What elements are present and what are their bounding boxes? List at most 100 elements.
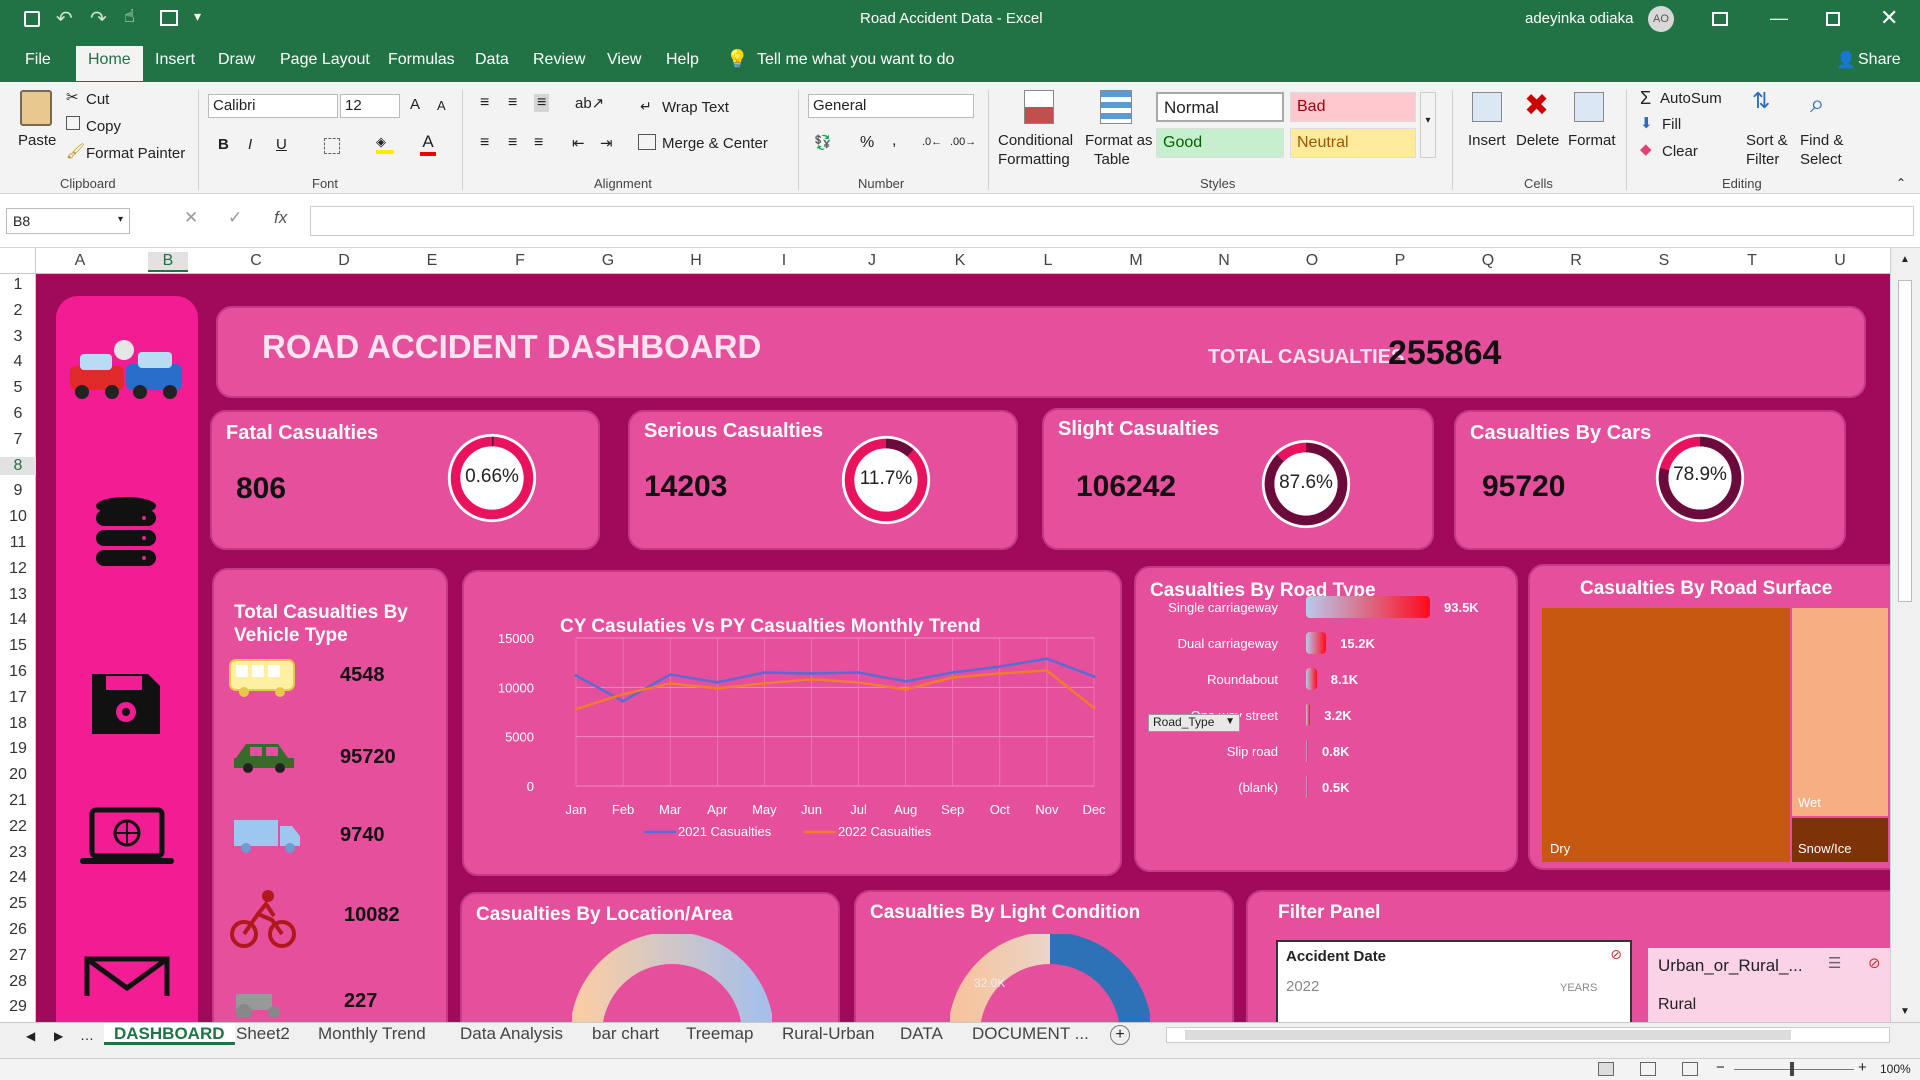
tab-view[interactable]: View bbox=[607, 51, 641, 69]
column-header[interactable]: E bbox=[412, 252, 452, 270]
share-button[interactable]: Share bbox=[1858, 51, 1901, 69]
grow-font-icon[interactable]: A bbox=[410, 96, 420, 113]
cancel-icon[interactable]: ✕ bbox=[184, 208, 198, 228]
format-cells-button[interactable]: Format bbox=[1568, 132, 1616, 149]
increase-decimal-icon[interactable]: .0← bbox=[922, 136, 942, 148]
font-name-select[interactable]: Calibri bbox=[208, 94, 338, 118]
row-header[interactable]: 28 bbox=[0, 973, 36, 991]
page-break-icon[interactable] bbox=[1682, 1062, 1698, 1076]
fill-color-icon[interactable]: ◈ bbox=[376, 134, 394, 154]
column-header[interactable]: C bbox=[236, 252, 276, 270]
row-header[interactable]: 10 bbox=[0, 508, 36, 526]
styles-more-icon[interactable]: ▾ bbox=[1420, 92, 1436, 158]
row-header[interactable]: 13 bbox=[0, 586, 36, 604]
tab-help[interactable]: Help bbox=[666, 51, 699, 69]
avatar[interactable]: AO bbox=[1648, 6, 1674, 32]
column-header[interactable]: U bbox=[1820, 252, 1860, 270]
add-sheet-icon[interactable]: + bbox=[1110, 1025, 1130, 1045]
tab-review[interactable]: Review bbox=[533, 51, 585, 69]
row-header[interactable]: 20 bbox=[0, 766, 36, 784]
percent-button[interactable]: % bbox=[860, 134, 874, 152]
row-header[interactable]: 18 bbox=[0, 715, 36, 733]
horizontal-scrollbar[interactable] bbox=[1166, 1027, 1890, 1043]
multiselect-icon[interactable]: ☰ bbox=[1828, 954, 1841, 972]
slicer-years-select[interactable]: YEARS bbox=[1560, 982, 1597, 994]
column-header[interactable]: T bbox=[1732, 252, 1772, 270]
decrease-indent-icon[interactable]: ⇤ bbox=[572, 134, 585, 152]
insert-cells-button[interactable]: Insert bbox=[1468, 132, 1506, 149]
sheet-tab[interactable]: Sheet2 bbox=[236, 1023, 290, 1045]
row-header[interactable]: 21 bbox=[0, 792, 36, 810]
next-sheet-icon[interactable]: ▶ bbox=[54, 1029, 63, 1043]
scroll-up-icon[interactable]: ▲ bbox=[1900, 254, 1910, 265]
row-header[interactable]: 12 bbox=[0, 560, 36, 578]
column-header[interactable]: R bbox=[1556, 252, 1596, 270]
number-format-select[interactable]: General bbox=[808, 94, 974, 118]
zoom-out-icon[interactable]: − bbox=[1716, 1059, 1725, 1076]
scroll-thumb[interactable] bbox=[1898, 280, 1912, 602]
touch-mode-icon[interactable]: ☝ bbox=[124, 6, 135, 27]
form-icon[interactable] bbox=[160, 10, 178, 26]
format-as-table-button[interactable]: Format as bbox=[1085, 132, 1153, 149]
borders-icon[interactable] bbox=[324, 138, 340, 154]
ribbon-display-icon[interactable] bbox=[1712, 12, 1728, 26]
tab-data[interactable]: Data bbox=[475, 51, 509, 69]
font-color-icon[interactable]: A bbox=[420, 132, 436, 156]
clear-button[interactable]: Clear bbox=[1662, 143, 1698, 160]
row-header[interactable]: 1 bbox=[0, 276, 36, 294]
column-header[interactable]: P bbox=[1380, 252, 1420, 270]
row-header[interactable]: 24 bbox=[0, 869, 36, 887]
orientation-icon[interactable]: ab↗ bbox=[575, 94, 604, 112]
redo-icon[interactable]: ↷ bbox=[90, 6, 107, 31]
bold-button[interactable]: B bbox=[218, 136, 229, 153]
sheet-tab[interactable]: Monthly Trend bbox=[318, 1023, 426, 1045]
clear-filter-icon[interactable]: ⊘ bbox=[1868, 954, 1881, 972]
delete-cells-button[interactable]: Delete bbox=[1516, 132, 1559, 149]
sheet-tab[interactable]: Rural-Urban bbox=[782, 1023, 875, 1045]
row-header[interactable]: 3 bbox=[0, 328, 36, 346]
customize-toolbar-icon[interactable]: ▾ bbox=[194, 8, 201, 25]
row-header[interactable]: 25 bbox=[0, 895, 36, 913]
sort-filter-button[interactable]: Sort & bbox=[1746, 132, 1788, 149]
select-all-corner[interactable] bbox=[0, 248, 36, 274]
column-header[interactable]: F bbox=[500, 252, 540, 270]
vertical-scrollbar[interactable]: ▲ ▼ bbox=[1890, 248, 1920, 1022]
road-type-filter-button[interactable]: Road_Type ▼ bbox=[1148, 714, 1240, 732]
increase-indent-icon[interactable]: ⇥ bbox=[600, 134, 613, 152]
collapse-ribbon-icon[interactable]: ⌃ bbox=[1896, 176, 1906, 190]
sheet-tab[interactable]: DOCUMENT ... bbox=[972, 1023, 1089, 1045]
insert-function-button[interactable]: fx bbox=[274, 208, 287, 228]
tab-home[interactable]: Home bbox=[76, 46, 143, 81]
scroll-down-icon[interactable]: ▼ bbox=[1900, 1006, 1910, 1017]
accident-date-slicer[interactable]: Accident Date ⊘ 2022 YEARS bbox=[1276, 940, 1632, 1022]
align-center-icon[interactable]: ≡ bbox=[508, 134, 517, 152]
column-header[interactable]: I bbox=[764, 252, 804, 270]
user-name[interactable]: adeyinka odiaka bbox=[1525, 10, 1633, 27]
zoom-level[interactable]: 100% bbox=[1880, 1062, 1911, 1076]
column-header[interactable]: N bbox=[1204, 252, 1244, 270]
column-header[interactable]: A bbox=[60, 252, 100, 270]
tab-insert[interactable]: Insert bbox=[155, 51, 195, 69]
column-header[interactable]: B bbox=[148, 252, 188, 272]
row-header[interactable]: 2 bbox=[0, 302, 36, 320]
row-header[interactable]: 5 bbox=[0, 379, 36, 397]
normal-view-icon[interactable] bbox=[1598, 1062, 1614, 1076]
italic-button[interactable]: I bbox=[248, 136, 252, 153]
autosum-button[interactable]: AutoSum bbox=[1660, 90, 1722, 107]
column-header[interactable]: G bbox=[588, 252, 628, 270]
column-header[interactable]: H bbox=[676, 252, 716, 270]
cut-button[interactable]: Cut bbox=[86, 91, 109, 108]
zoom-thumb[interactable] bbox=[1790, 1062, 1794, 1076]
column-header[interactable]: M bbox=[1116, 252, 1156, 270]
paste-button[interactable]: Paste bbox=[18, 132, 56, 149]
tab-page-layout[interactable]: Page Layout bbox=[280, 51, 370, 69]
row-header[interactable]: 19 bbox=[0, 740, 36, 758]
style-normal[interactable]: Normal bbox=[1156, 92, 1284, 122]
underline-button[interactable]: U bbox=[276, 136, 287, 153]
decrease-decimal-icon[interactable]: .00→ bbox=[950, 136, 976, 148]
column-header[interactable]: D bbox=[324, 252, 364, 270]
row-header[interactable]: 4 bbox=[0, 353, 36, 371]
format-painter-button[interactable]: Format Painter bbox=[86, 145, 185, 162]
column-header[interactable]: O bbox=[1292, 252, 1332, 270]
sheet-tab[interactable]: bar chart bbox=[592, 1023, 659, 1045]
